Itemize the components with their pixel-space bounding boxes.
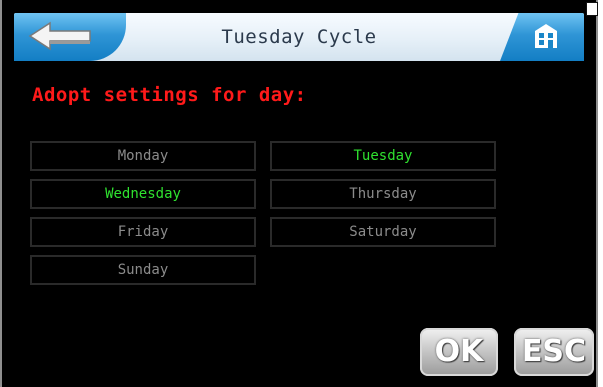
home-icon (535, 24, 557, 48)
day-button-thursday[interactable]: Thursday (270, 179, 496, 209)
back-button[interactable] (14, 13, 126, 61)
screen-frame: Tuesday Cycle Adopt settings for day: Mo… (0, 0, 598, 387)
day-button-tuesday[interactable]: Tuesday (270, 141, 496, 171)
section-title: Adopt settings for day: (32, 84, 307, 106)
day-button-friday[interactable]: Friday (30, 217, 256, 247)
home-button[interactable] (500, 13, 584, 61)
day-button-saturday[interactable]: Saturday (270, 217, 496, 247)
day-button-wednesday[interactable]: Wednesday (30, 179, 256, 209)
page-title: Tuesday Cycle (221, 26, 377, 48)
back-arrow-icon (28, 21, 91, 51)
ok-button[interactable]: OK (420, 328, 498, 376)
day-button-sunday[interactable]: Sunday (30, 255, 256, 285)
day-button-monday[interactable]: Monday (30, 141, 256, 171)
corner-box (586, 2, 598, 16)
esc-button[interactable]: ESC (514, 328, 594, 376)
header-bar: Tuesday Cycle (14, 13, 584, 61)
